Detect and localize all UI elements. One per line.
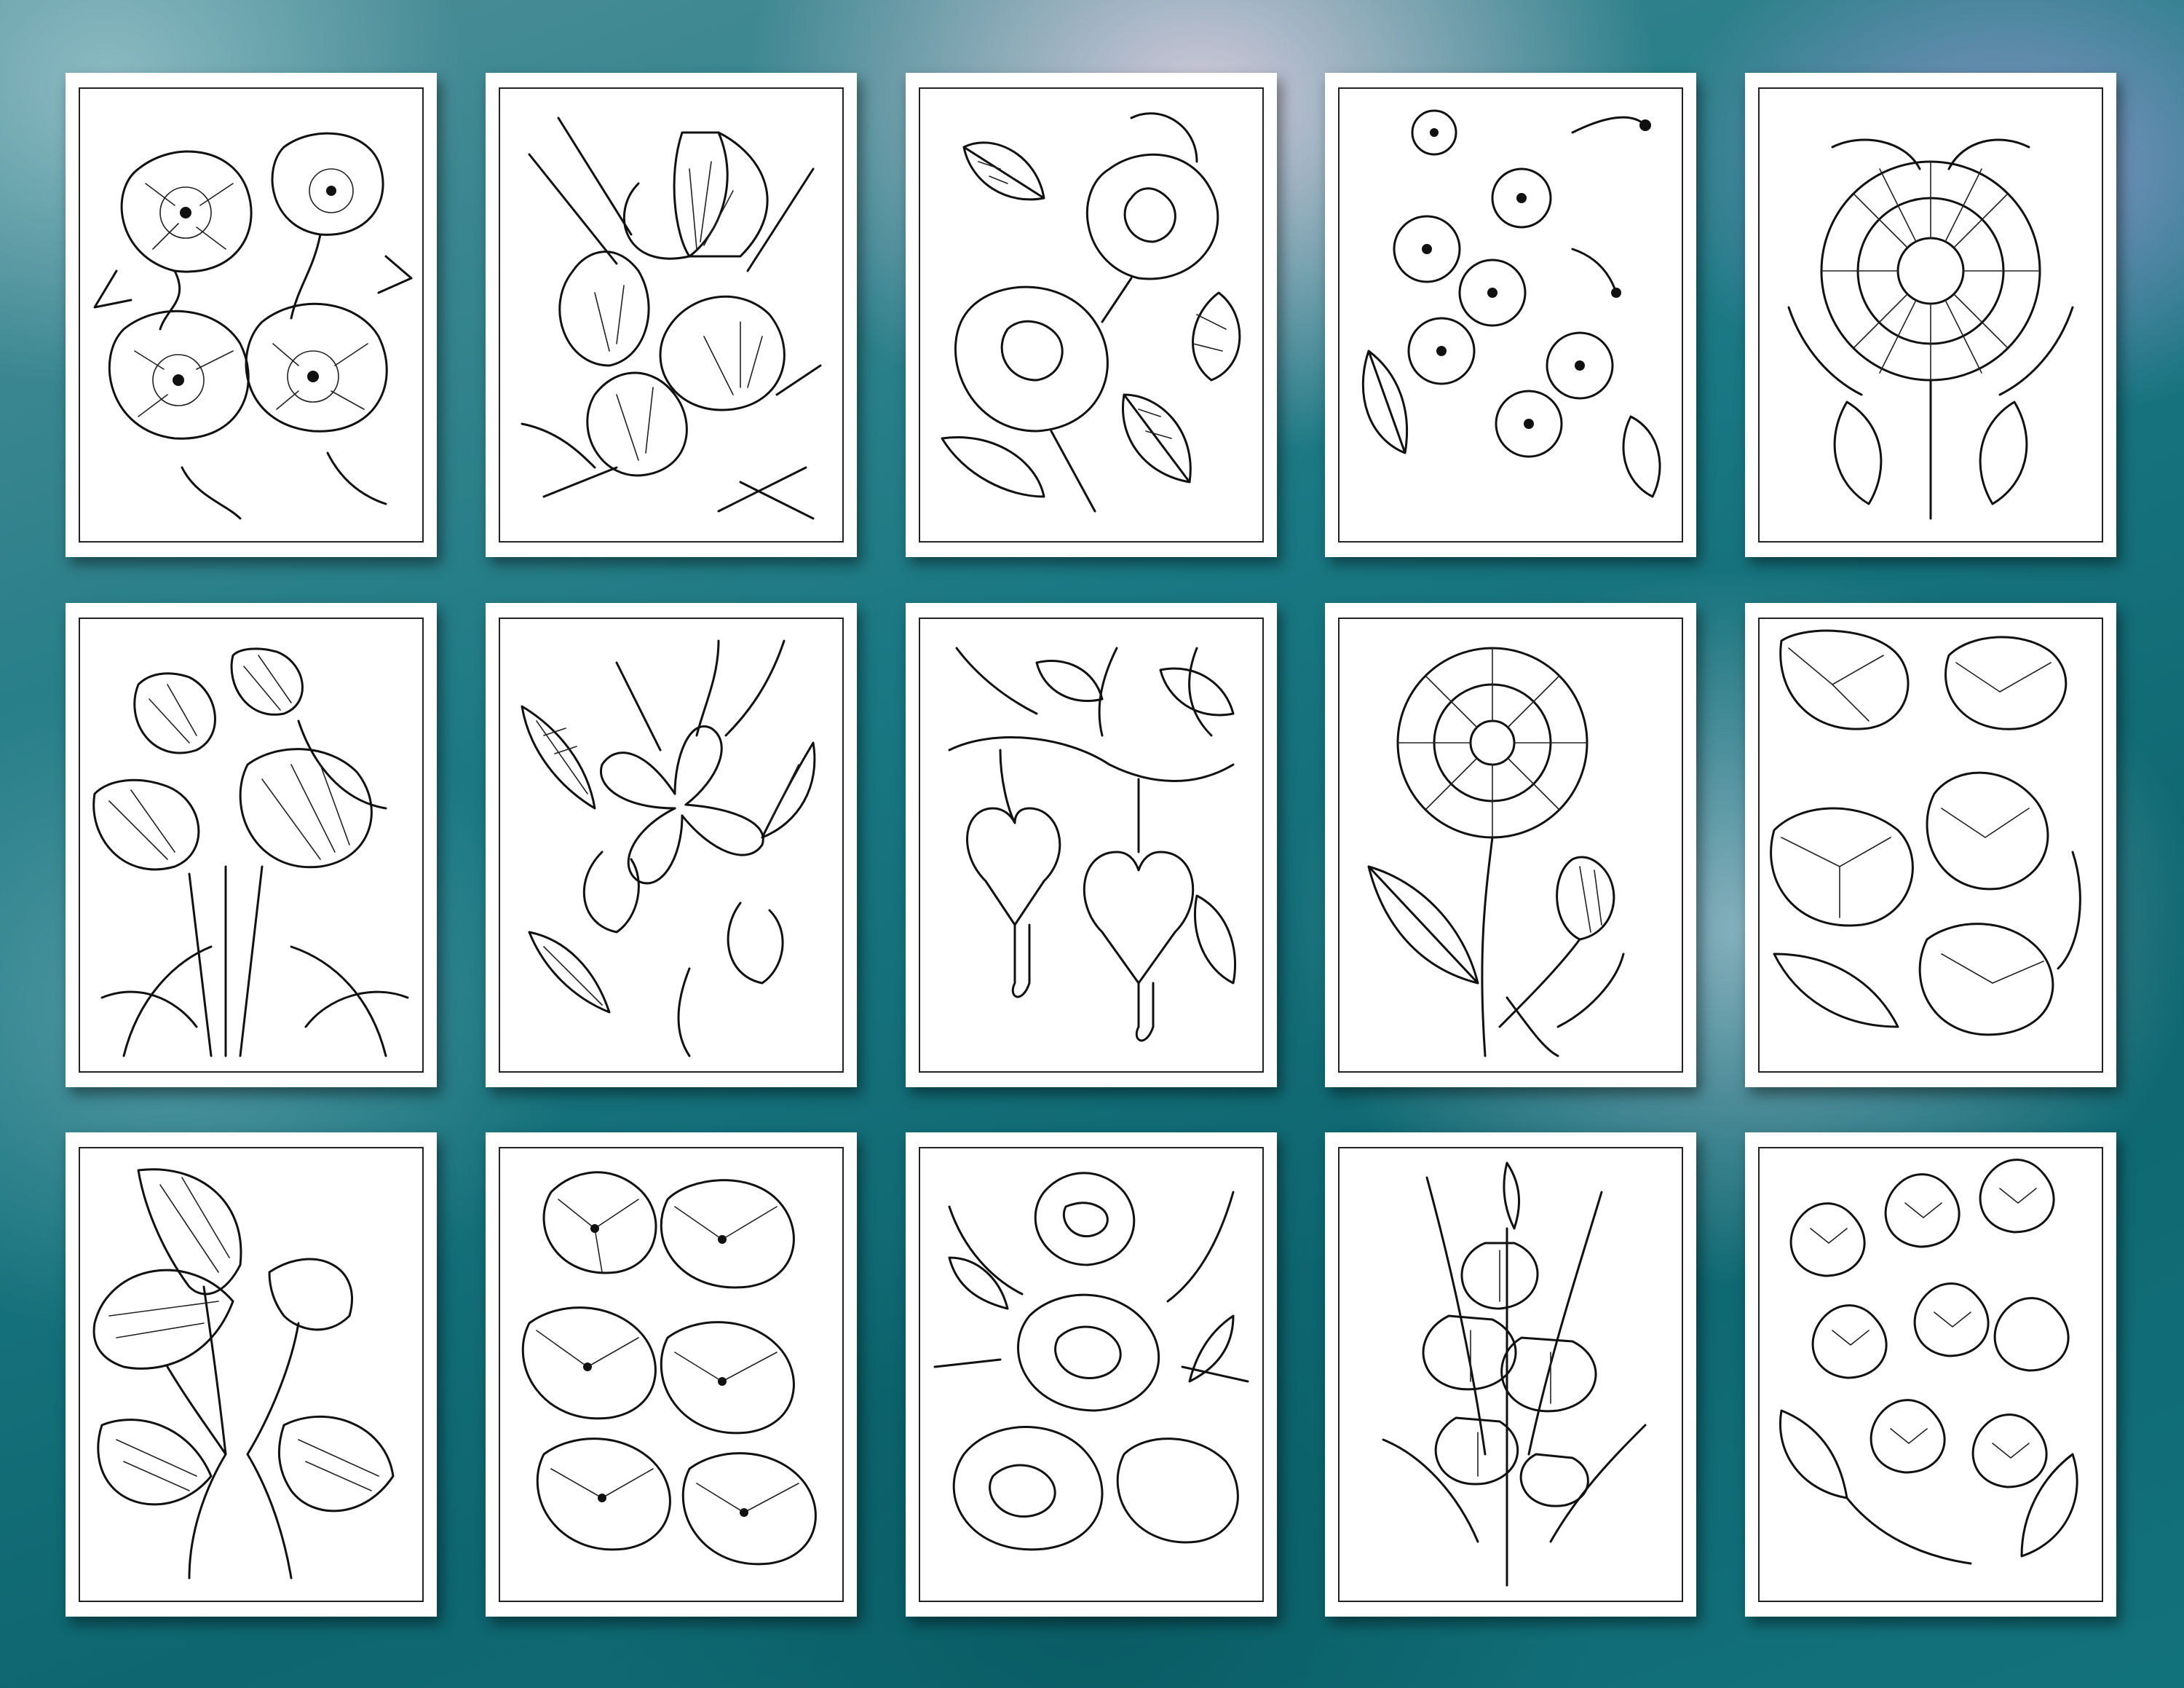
bleeding-heart-line-art — [948, 647, 1237, 1042]
coloring-page-calla-lily — [66, 1132, 437, 1617]
gardenia-line-art — [941, 112, 1241, 513]
amaryllis-line-art — [92, 647, 409, 1057]
coloring-page-marigold — [1325, 603, 1696, 1087]
coloring-page-morning-glory — [1745, 603, 2116, 1087]
crocus-line-art — [521, 117, 822, 520]
coloring-page-poppy-bouquet — [66, 73, 437, 557]
coloring-page-gardenia-bouquet — [906, 73, 1277, 557]
gladiolus-line-art — [1382, 1162, 1647, 1587]
morning-glory-line-art — [1770, 629, 2081, 1036]
coloring-page-bleeding-heart — [906, 603, 1277, 1087]
poppy-line-art — [93, 132, 413, 520]
coloring-page-plumeria — [486, 603, 857, 1087]
coloring-page-zinnia — [1745, 73, 2116, 557]
coloring-page-crocus-bouquet — [486, 73, 857, 557]
coloring-page-forget-me-not — [1325, 73, 1696, 557]
forget-me-not-line-art — [1361, 109, 1661, 498]
plumeria-line-art — [521, 639, 816, 1057]
rose-bouquet-line-art — [933, 1172, 1249, 1551]
coloring-page-gladiolus — [1325, 1132, 1696, 1617]
calla-lily-line-art — [92, 1168, 395, 1579]
petunia-line-art — [521, 1171, 817, 1566]
coloring-page-petunia — [486, 1132, 857, 1617]
coloring-page-amaryllis — [66, 603, 437, 1087]
violets-line-art — [1779, 1159, 2078, 1565]
coloring-page-rose-bouquet — [906, 1132, 1277, 1617]
marigold-line-art — [1367, 647, 1625, 1057]
zinnia-line-art — [1787, 138, 2074, 520]
coloring-page-violets — [1745, 1132, 2116, 1617]
